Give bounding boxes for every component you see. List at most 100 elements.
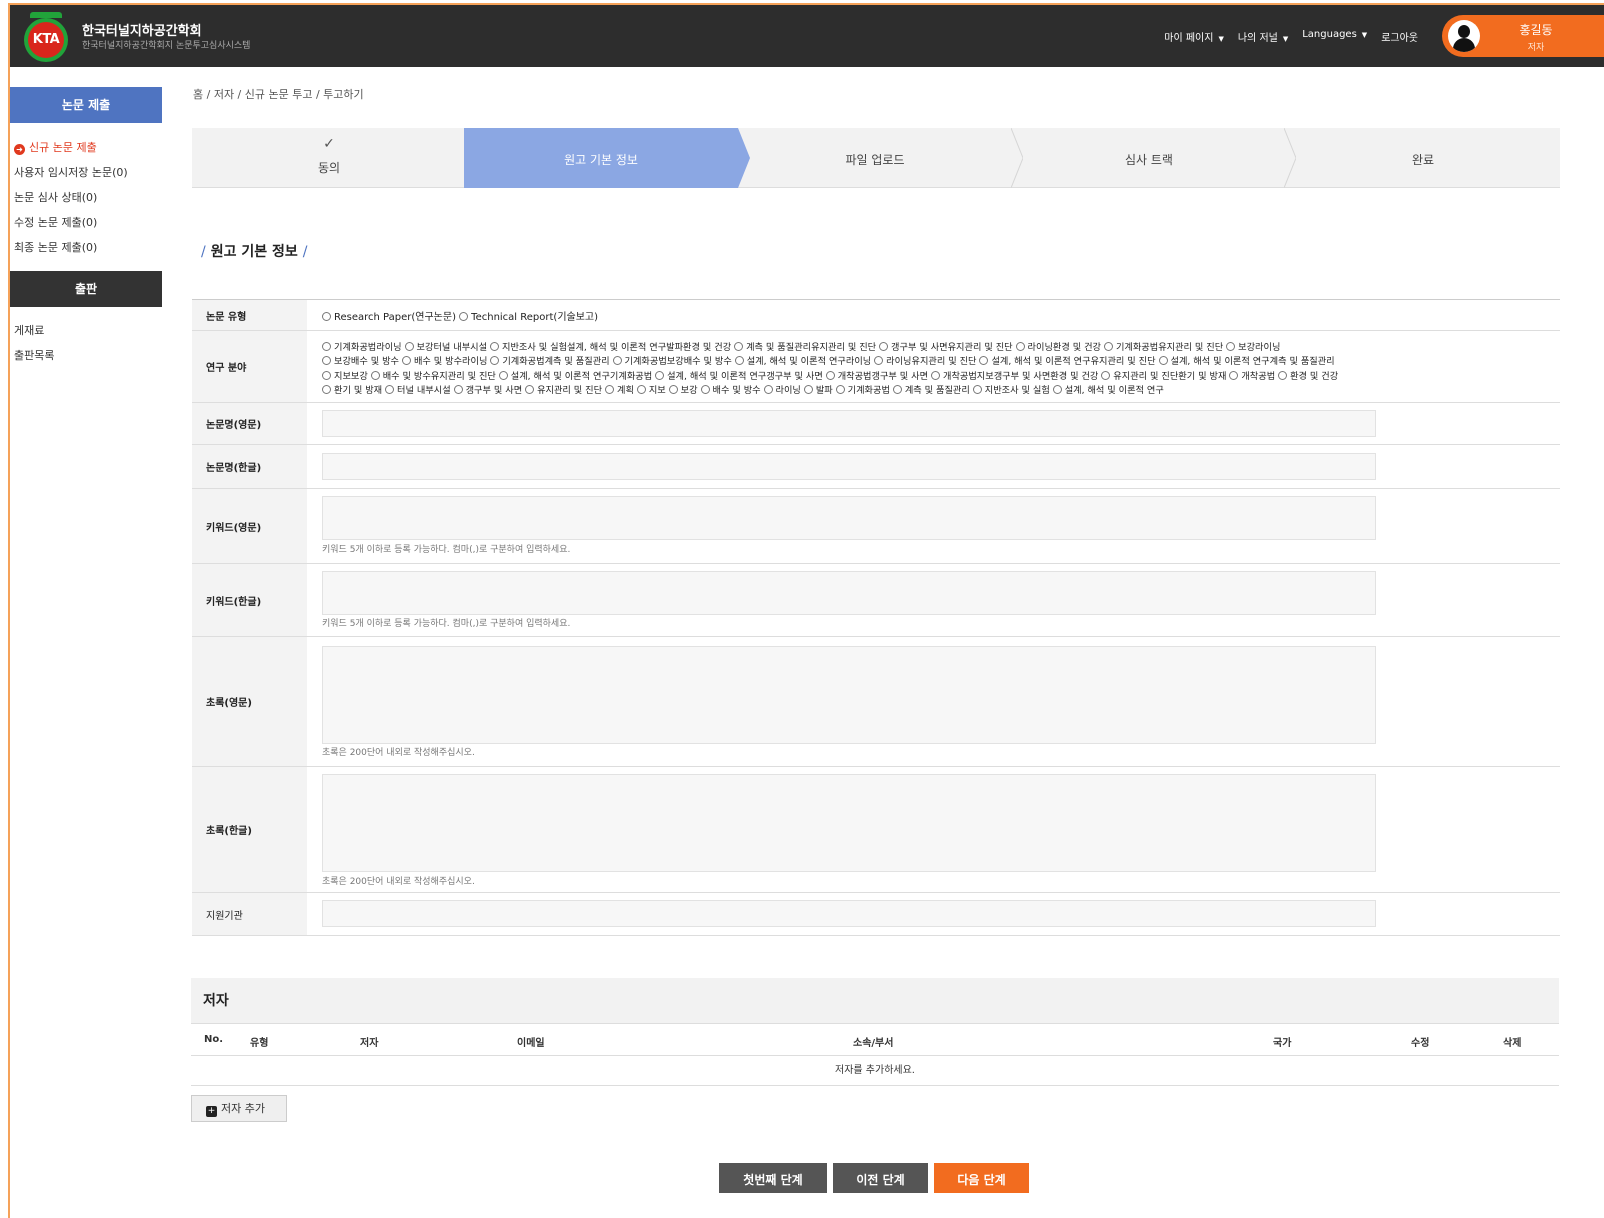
col-delete: 삭제	[1503, 1038, 1522, 1049]
radio-icon	[322, 385, 331, 395]
radio-research-field[interactable]: 유지관리 및 진단	[525, 385, 602, 396]
kta-logo[interactable]: KTA	[24, 12, 68, 62]
nav-logout[interactable]: 로그아웃	[1381, 29, 1418, 44]
radio-research-field[interactable]: 설계, 해석 및 이론적 연구유지관리 및 진단	[979, 356, 1156, 367]
caret-down-icon: ▼	[1361, 31, 1368, 39]
radio-icon	[892, 385, 902, 395]
top-nav: 마이 페이지 ▼ 나의 저널 ▼ Languages ▼ 로그아웃	[1164, 29, 1418, 44]
radio-research-field[interactable]: 배수 및 방수라이닝	[401, 356, 487, 367]
first-step-button[interactable]: 첫번째 단계	[719, 1163, 827, 1193]
radio-research-paper[interactable]: Research Paper(연구논문)	[322, 312, 456, 323]
radio-research-field[interactable]: 기계화공법계측 및 품질관리	[490, 356, 610, 367]
radio-icon	[498, 370, 508, 380]
nav-my-page[interactable]: 마이 페이지 ▼	[1164, 29, 1224, 44]
abstract-en-hint: 초록은 200단어 내외로 작성해주십시오.	[322, 748, 475, 758]
abstract-en-textarea[interactable]	[322, 646, 1376, 744]
radio-research-field[interactable]: 유지관리 및 진단환기 및 방재	[1101, 370, 1226, 382]
radio-research-field[interactable]: 보강터널 내부시설	[404, 342, 487, 353]
radio-icon	[453, 385, 463, 395]
title-ko-input[interactable]	[322, 453, 1376, 480]
radio-research-field[interactable]: 보강	[668, 385, 698, 396]
radio-research-field[interactable]: 라이닝유지관리 및 진단	[874, 356, 977, 367]
research-field-line: 지보보강 배수 및 방수유지관리 및 진단 설계, 해석 및 이론적 연구기계화…	[322, 370, 1554, 384]
radio-research-field[interactable]: 계측 및 품질관리유지관리 및 진단	[734, 342, 876, 353]
plus-icon: +	[206, 1106, 217, 1117]
radio-icon	[322, 370, 331, 380]
radio-research-field[interactable]: 기계화공법	[835, 385, 890, 396]
radio-research-field[interactable]: 발파	[803, 385, 833, 396]
radio-research-field[interactable]: 개착공법갱구부 및 사면	[825, 370, 928, 382]
radio-research-field[interactable]: 설계, 해석 및 이론적 연구갱구부 및 사면	[655, 370, 823, 382]
label-paper-type: 논문 유형	[192, 300, 307, 330]
radio-research-field[interactable]: 설계, 해석 및 이론적 연구	[1052, 385, 1164, 396]
radio-research-field[interactable]: 배수 및 방수	[700, 385, 761, 396]
radio-research-field[interactable]: 계획	[605, 385, 634, 396]
radio-icon	[1015, 342, 1025, 351]
sidebar-item-final[interactable]: 최종 논문 제출(0)	[14, 239, 128, 264]
radio-technical-report[interactable]: Technical Report(기술보고)	[459, 312, 598, 323]
radio-research-field[interactable]: 설계, 해석 및 이론적 연구라이닝	[734, 356, 871, 367]
site-title[interactable]: 한국터널지하공간학회	[82, 20, 202, 39]
radio-research-field[interactable]: 갱구부 및 사면유지관리 및 진단	[879, 342, 1013, 353]
site-subtitle: 한국터널지하공간학회지 논문투고심사시스템	[82, 41, 251, 51]
sidebar-publish-list: 게재료 출판목록	[14, 322, 54, 372]
next-step-button[interactable]: 다음 단계	[934, 1163, 1029, 1193]
sidebar-item-drafts[interactable]: 사용자 임시저장 논문(0)	[14, 164, 128, 189]
radio-icon	[370, 370, 380, 380]
authors-table-header: No. 유형 저자 이메일 소속/부서 국가 수정 삭제	[191, 1024, 1559, 1056]
nav-languages[interactable]: Languages ▼	[1302, 29, 1367, 44]
abstract-ko-hint: 초록은 200단어 내외로 작성해주십시오.	[322, 877, 475, 887]
radio-icon	[1278, 370, 1288, 380]
radio-icon	[1158, 356, 1168, 366]
radio-research-field[interactable]: 터널 내부시설	[385, 385, 451, 396]
research-field-line: 기계화공법라이닝 보강터널 내부시설 지반조사 및 실험설계, 해석 및 이론적…	[322, 341, 1554, 355]
radio-icon	[655, 370, 665, 380]
sidebar-item-new-submission[interactable]: ➜ 신규 논문 제출	[14, 139, 128, 164]
radio-icon	[1226, 342, 1236, 351]
funding-input[interactable]	[322, 900, 1376, 927]
radio-icon	[1229, 370, 1239, 380]
add-author-button[interactable]: + 저자 추가	[191, 1095, 287, 1122]
arrow-right-circle-icon: ➜	[14, 144, 25, 155]
sidebar-item-publications[interactable]: 출판목록	[14, 347, 54, 372]
radio-research-field[interactable]: 보강라이닝	[1226, 342, 1280, 353]
radio-research-field[interactable]: 라이닝	[763, 385, 801, 396]
radio-research-field[interactable]: 지반조사 및 실험	[972, 385, 1050, 396]
sidebar-item-fees[interactable]: 게재료	[14, 322, 54, 347]
sidebar-item-review-status[interactable]: 논문 심사 상태(0)	[14, 189, 128, 214]
radio-icon	[490, 356, 500, 366]
keywords-ko-input[interactable]	[322, 571, 1376, 615]
label-keywords-en: 키워드(영문)	[192, 489, 307, 563]
abstract-ko-textarea[interactable]	[322, 774, 1376, 872]
radio-research-field[interactable]: 개착공법지보갱구부 및 사면환경 및 건강	[931, 370, 1098, 382]
title-en-input[interactable]	[322, 410, 1376, 437]
radio-research-field[interactable]: 보강배수 및 방수	[322, 356, 399, 367]
radio-icon	[636, 385, 646, 395]
user-name: 홍길동	[1519, 23, 1553, 37]
radio-research-field[interactable]: 기계화공법보강배수 및 방수	[612, 356, 732, 367]
keywords-en-input[interactable]	[322, 496, 1376, 540]
step-file-upload: 파일 업로드	[845, 153, 905, 167]
radio-research-field[interactable]: 설계, 해석 및 이론적 연구계측 및 품질관리	[1158, 356, 1335, 367]
label-title-en: 논문명(영문)	[192, 403, 307, 444]
radio-research-field[interactable]: 계측 및 품질관리	[892, 385, 970, 396]
radio-research-field[interactable]: 환경 및 건강	[1278, 370, 1338, 382]
radio-research-field[interactable]: 기계화공법유지관리 및 진단	[1103, 342, 1223, 353]
user-badge[interactable]: 홍길동 저자	[1442, 15, 1604, 57]
prev-step-button[interactable]: 이전 단계	[833, 1163, 928, 1193]
radio-research-field[interactable]: 환기 및 방재	[322, 385, 382, 396]
nav-my-journal[interactable]: 나의 저널 ▼	[1238, 29, 1288, 44]
radio-research-field[interactable]: 기계화공법라이닝	[322, 342, 402, 353]
radio-research-field[interactable]: 배수 및 방수유지관리 및 진단	[370, 370, 496, 382]
radio-icon	[931, 370, 940, 380]
check-icon: ✓	[323, 136, 335, 152]
radio-research-field[interactable]: 지보	[636, 385, 666, 396]
radio-research-field[interactable]: 설계, 해석 및 이론적 연구기계화공법	[498, 370, 652, 382]
radio-research-field[interactable]: 개착공법	[1229, 370, 1275, 382]
radio-research-field[interactable]: 지보보강	[322, 370, 368, 382]
sidebar-item-revision[interactable]: 수정 논문 제출(0)	[14, 214, 128, 239]
radio-research-field[interactable]: 지반조사 및 실험설계, 해석 및 이론적 연구발파환경 및 건강	[490, 342, 731, 353]
radio-research-field[interactable]: 라이닝환경 및 건강	[1015, 342, 1101, 353]
radio-icon	[734, 342, 744, 351]
radio-research-field[interactable]: 갱구부 및 사면	[453, 385, 522, 396]
